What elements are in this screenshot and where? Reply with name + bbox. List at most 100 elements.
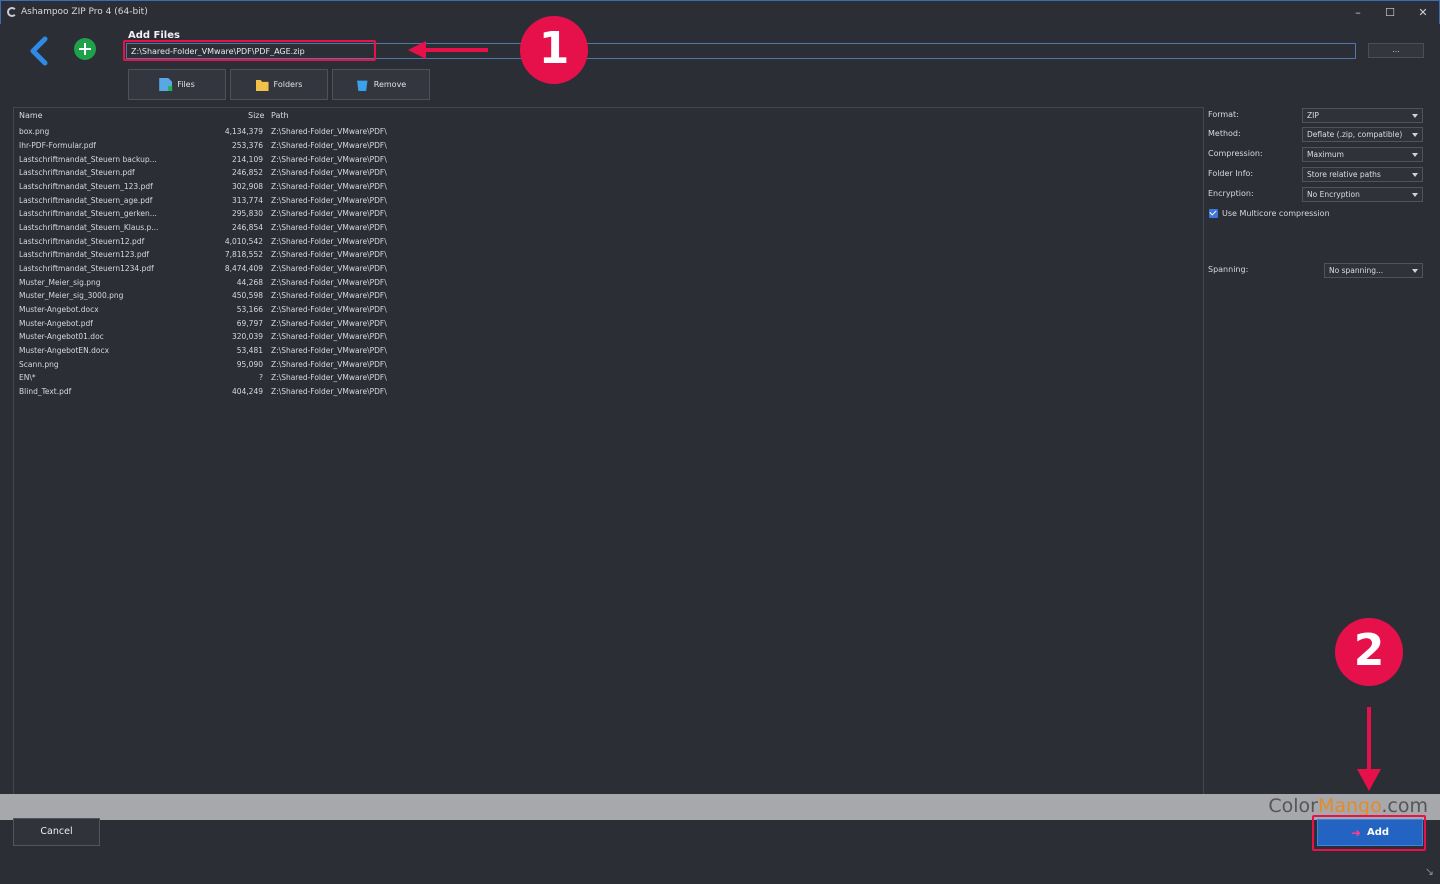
- file-size: 8,474,409: [224, 264, 263, 273]
- table-row[interactable]: Muster_Meier_sig_3000.png 450,598 Z:\Share…: [14, 291, 414, 304]
- compression-select[interactable]: Maximum: [1302, 147, 1423, 162]
- maximize-button[interactable]: ☐: [1375, 4, 1405, 22]
- column-header-name[interactable]: Name: [19, 111, 43, 120]
- file-size: 320,039: [231, 332, 263, 341]
- file-name: Muster-AngebotEN.docx: [19, 346, 110, 355]
- file-path: Z:\Shared-Folder_VMware\PDF\: [271, 127, 387, 136]
- minimize-button[interactable]: –: [1343, 4, 1373, 22]
- file-name: Muster-Angebot01.doc: [19, 332, 104, 341]
- file-name: Muster_Meier_sig_3000.png: [19, 291, 124, 300]
- annotation-marker-1: 1: [520, 16, 588, 84]
- file-path: Z:\Shared-Folder_VMware\PDF\: [271, 360, 387, 369]
- file-size: 44,268: [236, 278, 263, 287]
- table-row[interactable]: Lastschriftmandat_Steuern_gerken... 295,8…: [14, 209, 414, 222]
- table-row[interactable]: Muster-Angebot01.doc 320,039 Z:\Shared-Fol…: [14, 332, 414, 345]
- multicore-label[interactable]: Use Multicore compression: [1222, 209, 1330, 218]
- file-name: Lastschriftmandat_Steuern.pdf: [19, 168, 135, 177]
- add-files-button[interactable]: Files: [128, 69, 226, 100]
- file-path: Z:\Shared-Folder_VMware\PDF\: [271, 250, 387, 259]
- file-size: 404,249: [231, 387, 263, 396]
- app-icon: [7, 7, 17, 17]
- chevron-down-icon: [1412, 193, 1418, 197]
- folder-info-select[interactable]: Store relative paths: [1302, 167, 1423, 182]
- file-name: Scann.png: [19, 360, 59, 369]
- table-row[interactable]: Scann.png 95,090 Z:\Shared-Folder_VMware\P…: [14, 360, 414, 373]
- table-row[interactable]: Muster_Meier_sig.png 44,268 Z:\Shared-Fold…: [14, 278, 414, 291]
- encryption-label: Encryption:: [1208, 189, 1254, 198]
- column-header-path[interactable]: Path: [271, 111, 289, 120]
- method-select[interactable]: Deflate (.zip, compatible): [1302, 127, 1423, 142]
- file-path: Z:\Shared-Folder_VMware\PDF\: [271, 264, 387, 273]
- file-size: 295,830: [231, 209, 263, 218]
- table-row[interactable]: Muster-AngebotEN.docx 53,481 Z:\Shared-Fol…: [14, 346, 414, 359]
- column-header-size[interactable]: Size: [248, 111, 264, 120]
- file-name: Lastschriftmandat_Steuern123.pdf: [19, 250, 149, 259]
- format-select[interactable]: ZIP: [1302, 108, 1423, 123]
- window-title: Ashampoo ZIP Pro 4 (64-bit): [21, 7, 148, 17]
- remove-button[interactable]: Remove: [332, 69, 430, 100]
- watermark-band: [0, 794, 1440, 820]
- chevron-down-icon: [1412, 133, 1418, 137]
- spanning-label: Spanning:: [1208, 265, 1249, 274]
- table-row[interactable]: Lastschriftmandat_Steuern1234.pdf 8,474,4…: [14, 264, 414, 277]
- table-row[interactable]: Lastschriftmandat_Steuern backup... 214,1…: [14, 155, 414, 168]
- file-path: Z:\Shared-Folder_VMware\PDF\: [271, 237, 387, 246]
- cancel-button[interactable]: Cancel: [13, 818, 100, 846]
- file-path: Z:\Shared-Folder_VMware\PDF\: [271, 373, 387, 382]
- table-row[interactable]: Lastschriftmandat_Steuern_age.pdf 313,774…: [14, 196, 414, 209]
- chevron-down-icon: [1412, 153, 1418, 157]
- multicore-checkbox[interactable]: [1209, 209, 1218, 218]
- file-size: 253,376: [231, 141, 263, 150]
- title-bar: Ashampoo ZIP Pro 4 (64-bit) – ☐ ✕: [0, 0, 1440, 24]
- spanning-select[interactable]: No spanning...: [1324, 263, 1423, 278]
- file-size: 69,797: [236, 319, 263, 328]
- add-plus-icon[interactable]: [74, 38, 96, 60]
- file-size: 53,481: [236, 346, 263, 355]
- format-value: ZIP: [1307, 111, 1319, 120]
- table-row[interactable]: box.png 4,134,379 Z:\Shared-Folder_VMware\…: [14, 127, 414, 140]
- file-name: EN\*: [19, 373, 36, 382]
- file-path: Z:\Shared-Folder_VMware\PDF\: [271, 291, 387, 300]
- table-row[interactable]: Lastschriftmandat_Steuern_123.pdf 302,908…: [14, 182, 414, 195]
- table-row[interactable]: Muster-Angebot.pdf 69,797 Z:\Shared-Folder…: [14, 319, 414, 332]
- table-row[interactable]: Blind_Text.pdf 404,249 Z:\Shared-Folder_VM…: [14, 387, 414, 400]
- file-size: 313,774: [231, 196, 263, 205]
- table-row[interactable]: Lastschriftmandat_Steuern.pdf 246,852 Z:\S…: [14, 168, 414, 181]
- file-path: Z:\Shared-Folder_VMware\PDF\: [271, 155, 387, 164]
- encryption-select[interactable]: No Encryption: [1302, 187, 1423, 202]
- file-size: 450,598: [231, 291, 263, 300]
- table-row[interactable]: Ihr-PDF-Formular.pdf 253,376 Z:\Shared-Fol…: [14, 141, 414, 154]
- folder-info-label: Folder Info:: [1208, 169, 1254, 178]
- file-name: Ihr-PDF-Formular.pdf: [19, 141, 96, 150]
- spanning-value: No spanning...: [1329, 266, 1384, 275]
- file-name: Lastschriftmandat_Steuern12.pdf: [19, 237, 145, 246]
- folder-info-value: Store relative paths: [1307, 170, 1381, 179]
- file-path: Z:\Shared-Folder_VMware\PDF\: [271, 182, 387, 191]
- browse-button[interactable]: ...: [1368, 43, 1424, 58]
- table-row[interactable]: Lastschriftmandat_Steuern123.pdf 7,818,55…: [14, 250, 414, 263]
- file-path: Z:\Shared-Folder_VMware\PDF\: [271, 319, 387, 328]
- file-name: Lastschriftmandat_Steuern_age.pdf: [19, 196, 153, 205]
- table-row[interactable]: Lastschriftmandat_Steuern_Klaus.p... 246,…: [14, 223, 414, 236]
- file-size: 53,166: [236, 305, 263, 314]
- close-button[interactable]: ✕: [1408, 4, 1438, 22]
- file-size: 214,109: [231, 155, 263, 164]
- file-name: Lastschriftmandat_Steuern1234.pdf: [19, 264, 154, 273]
- annotation-marker-2: 2: [1335, 618, 1403, 686]
- back-arrow-icon[interactable]: [26, 36, 54, 66]
- chevron-down-icon: [1412, 269, 1418, 273]
- file-name: Lastschriftmandat_Steuern backup...: [19, 155, 157, 164]
- table-row[interactable]: Lastschriftmandat_Steuern12.pdf 4,010,542…: [14, 237, 414, 250]
- annotation-highlight-path: [123, 40, 376, 61]
- file-path: Z:\Shared-Folder_VMware\PDF\: [271, 209, 387, 218]
- file-name: Muster-Angebot.docx: [19, 305, 99, 314]
- file-path: Z:\Shared-Folder_VMware\PDF\: [271, 278, 387, 287]
- add-folders-button[interactable]: Folders: [230, 69, 328, 100]
- table-row[interactable]: EN\*? Z:\Shared-Folder_VMware\PDF\: [14, 373, 414, 386]
- folder-icon: [255, 79, 269, 91]
- file-path: Z:\Shared-Folder_VMware\PDF\: [271, 332, 387, 341]
- resize-grip-icon[interactable]: ↘: [1425, 865, 1434, 878]
- watermark: ColorMango.com: [1268, 795, 1428, 817]
- file-name: Muster-Angebot.pdf: [19, 319, 93, 328]
- table-row[interactable]: Muster-Angebot.docx 53,166 Z:\Shared-Folde…: [14, 305, 414, 318]
